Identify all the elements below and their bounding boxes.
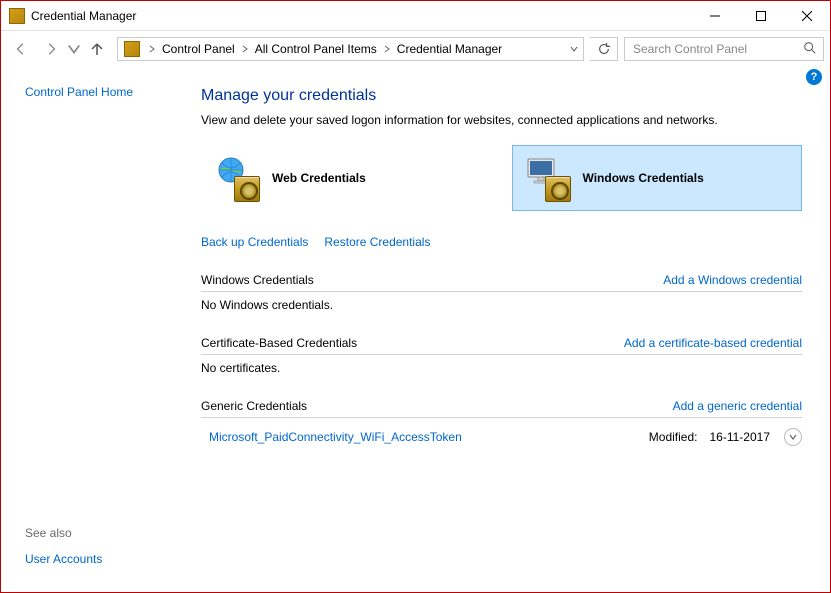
help-icon[interactable]: ? bbox=[806, 69, 822, 85]
restore-credentials-link[interactable]: Restore Credentials bbox=[324, 235, 430, 249]
web-credentials-icon bbox=[214, 156, 258, 200]
chevron-right-icon[interactable] bbox=[144, 45, 160, 53]
add-cert-credential-link[interactable]: Add a certificate-based credential bbox=[624, 336, 802, 350]
refresh-button[interactable] bbox=[590, 37, 618, 61]
credential-name[interactable]: Microsoft_PaidConnectivity_WiFi_AccessTo… bbox=[201, 430, 641, 444]
windows-credentials-icon bbox=[525, 156, 569, 200]
sidebar: Control Panel Home See also User Account… bbox=[1, 67, 201, 592]
recent-locations-button[interactable] bbox=[67, 35, 81, 63]
minimize-button[interactable] bbox=[692, 1, 738, 31]
credential-row[interactable]: Microsoft_PaidConnectivity_WiFi_AccessTo… bbox=[201, 424, 802, 450]
window-title: Credential Manager bbox=[31, 9, 692, 23]
section-title-cert: Certificate-Based Credentials bbox=[201, 336, 357, 350]
address-dropdown-button[interactable] bbox=[565, 38, 583, 60]
navbar: Control Panel All Control Panel Items Cr… bbox=[1, 31, 830, 67]
credential-manager-icon bbox=[9, 8, 25, 24]
breadcrumb-credential-manager[interactable]: Credential Manager bbox=[395, 42, 504, 56]
cert-credentials-section: Certificate-Based Credentials Add a cert… bbox=[201, 336, 802, 375]
search-box[interactable] bbox=[624, 37, 824, 61]
page-subtitle: View and delete your saved logon informa… bbox=[201, 113, 802, 127]
windows-credentials-tile[interactable]: Windows Credentials bbox=[512, 145, 803, 211]
web-credentials-label: Web Credentials bbox=[272, 171, 366, 185]
windows-credentials-label: Windows Credentials bbox=[583, 171, 704, 185]
search-icon[interactable] bbox=[803, 41, 817, 58]
breadcrumb-all-items[interactable]: All Control Panel Items bbox=[253, 42, 379, 56]
section-title-windows: Windows Credentials bbox=[201, 273, 314, 287]
main-content: ? Manage your credentials View and delet… bbox=[201, 67, 830, 592]
see-also-label: See also bbox=[25, 526, 189, 540]
control-panel-home-link[interactable]: Control Panel Home bbox=[25, 85, 189, 99]
up-button[interactable] bbox=[83, 35, 111, 63]
web-credentials-tile[interactable]: Web Credentials bbox=[201, 145, 492, 211]
user-accounts-link[interactable]: User Accounts bbox=[25, 552, 189, 566]
search-input[interactable] bbox=[631, 41, 803, 57]
page-title: Manage your credentials bbox=[201, 87, 802, 105]
add-generic-credential-link[interactable]: Add a generic credential bbox=[673, 399, 802, 413]
address-bar[interactable]: Control Panel All Control Panel Items Cr… bbox=[117, 37, 584, 61]
backup-credentials-link[interactable]: Back up Credentials bbox=[201, 235, 308, 249]
windows-credentials-section: Windows Credentials Add a Windows creden… bbox=[201, 273, 802, 312]
back-button[interactable] bbox=[7, 35, 35, 63]
windows-credentials-empty: No Windows credentials. bbox=[201, 292, 802, 312]
close-button[interactable] bbox=[784, 1, 830, 31]
section-title-generic: Generic Credentials bbox=[201, 399, 307, 413]
chevron-right-icon[interactable] bbox=[237, 45, 253, 53]
forward-button[interactable] bbox=[37, 35, 65, 63]
generic-credentials-section: Generic Credentials Add a generic creden… bbox=[201, 399, 802, 450]
breadcrumb-control-panel[interactable]: Control Panel bbox=[160, 42, 237, 56]
credential-manager-addr-icon bbox=[124, 41, 140, 57]
credential-modified-label: Modified: bbox=[649, 430, 698, 444]
cert-credentials-empty: No certificates. bbox=[201, 355, 802, 375]
maximize-button[interactable] bbox=[738, 1, 784, 31]
add-windows-credential-link[interactable]: Add a Windows credential bbox=[663, 273, 802, 287]
credential-modified-date: 16-11-2017 bbox=[710, 430, 771, 444]
chevron-right-icon[interactable] bbox=[379, 45, 395, 53]
expand-credential-button[interactable] bbox=[784, 428, 802, 446]
titlebar: Credential Manager bbox=[1, 1, 830, 31]
